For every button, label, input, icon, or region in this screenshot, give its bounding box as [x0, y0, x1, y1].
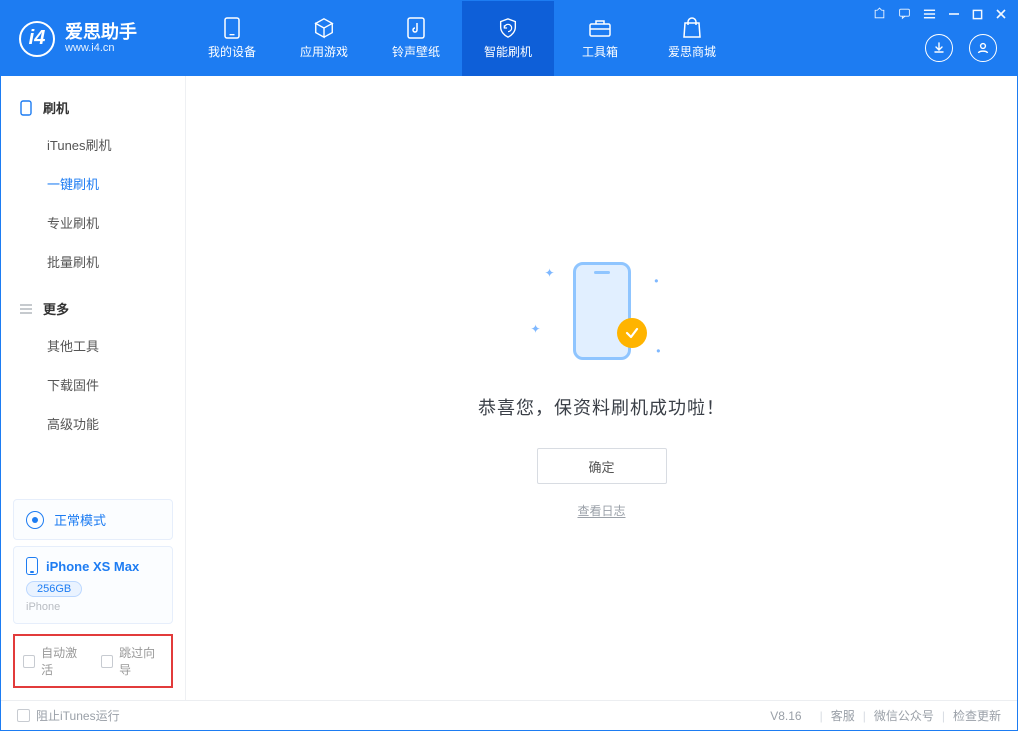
tab-toolbox[interactable]: 工具箱 [554, 1, 646, 76]
sidebar-bottom: 正常模式 iPhone XS Max 256GB iPhone 自动激活 [1, 493, 185, 700]
sidebar-item-advanced[interactable]: 高级功能 [1, 404, 185, 443]
device-head: iPhone XS Max [26, 557, 160, 575]
footer-left: 阻止iTunes运行 [17, 707, 120, 724]
footer: 阻止iTunes运行 V8.16 | 客服 | 微信公众号 | 检查更新 [1, 700, 1017, 730]
sidebar-group-flash[interactable]: 刷机 [1, 90, 185, 125]
user-icon[interactable] [969, 34, 997, 62]
device-icon [219, 17, 245, 39]
close-button[interactable] [995, 8, 1007, 23]
logo-text: 爱思助手 www.i4.cn [65, 23, 137, 55]
minimize-button[interactable] [948, 8, 960, 23]
app-window: i4 爱思助手 www.i4.cn 我的设备 应用游戏 [0, 0, 1018, 731]
sidebar-item-batch-flash[interactable]: 批量刷机 [1, 242, 185, 281]
divider: | [942, 709, 945, 723]
sidebar-item-pro-flash[interactable]: 专业刷机 [1, 203, 185, 242]
header: i4 爱思助手 www.i4.cn 我的设备 应用游戏 [1, 1, 1017, 76]
tab-label: 智能刷机 [484, 43, 532, 60]
shopping-bag-icon [679, 17, 705, 39]
toolbox-icon [587, 17, 613, 39]
success-illustration: ✦ • ✦ • [527, 256, 677, 366]
sparkle-icon: ✦ [531, 322, 541, 336]
theme-icon[interactable] [873, 7, 886, 23]
sparkle-icon: ✦ [545, 266, 555, 280]
list-icon [19, 303, 33, 315]
tab-label: 我的设备 [208, 43, 256, 60]
header-right-icons [925, 34, 997, 62]
music-file-icon [403, 17, 429, 39]
divider: | [863, 709, 866, 723]
device-type: iPhone [26, 601, 160, 613]
confirm-button[interactable]: 确定 [537, 448, 667, 484]
version-label: V8.16 [770, 709, 801, 723]
status-label: 正常模式 [54, 510, 106, 529]
tab-label: 工具箱 [582, 43, 618, 60]
divider: | [820, 709, 823, 723]
device-info-box[interactable]: iPhone XS Max 256GB iPhone [13, 546, 173, 624]
checkbox-icon [17, 709, 30, 722]
sidebar-scroll: 刷机 iTunes刷机 一键刷机 专业刷机 批量刷机 更多 其他工具 下载固件 … [1, 76, 185, 493]
device-capacity: 256GB [26, 581, 82, 597]
tab-smart-flash[interactable]: 智能刷机 [462, 1, 554, 76]
checkbox-label: 阻止iTunes运行 [36, 707, 120, 724]
footer-link-wechat[interactable]: 微信公众号 [874, 707, 934, 724]
window-controls [873, 7, 1007, 23]
app-title: 爱思助手 [65, 23, 137, 43]
tab-store[interactable]: 爱思商城 [646, 1, 738, 76]
footer-right: V8.16 | 客服 | 微信公众号 | 检查更新 [770, 707, 1001, 724]
feedback-icon[interactable] [898, 7, 911, 23]
checkbox-icon [101, 655, 113, 668]
checkbox-label: 自动激活 [41, 644, 85, 678]
sparkle-icon: • [654, 274, 658, 288]
footer-link-support[interactable]: 客服 [831, 707, 855, 724]
tab-apps-games[interactable]: 应用游戏 [278, 1, 370, 76]
checkbox-auto-activate[interactable]: 自动激活 [23, 644, 85, 678]
footer-link-update[interactable]: 检查更新 [953, 707, 1001, 724]
body: 刷机 iTunes刷机 一键刷机 专业刷机 批量刷机 更多 其他工具 下载固件 … [1, 76, 1017, 700]
tab-ringtone-wallpaper[interactable]: 铃声壁纸 [370, 1, 462, 76]
flash-options-row: 自动激活 跳过向导 [13, 634, 173, 688]
shield-refresh-icon [495, 17, 521, 39]
download-icon[interactable] [925, 34, 953, 62]
tab-my-device[interactable]: 我的设备 [186, 1, 278, 76]
menu-icon[interactable] [923, 8, 936, 23]
checkbox-skip-guide[interactable]: 跳过向导 [101, 644, 163, 678]
tab-label: 铃声壁纸 [392, 43, 440, 60]
sidebar-group-more[interactable]: 更多 [1, 291, 185, 326]
device-status-box[interactable]: 正常模式 [13, 499, 173, 540]
tab-label: 应用游戏 [300, 43, 348, 60]
maximize-button[interactable] [972, 8, 983, 23]
sparkle-icon: • [656, 344, 660, 358]
header-tabs: 我的设备 应用游戏 铃声壁纸 智能刷机 [186, 1, 738, 76]
logo-area: i4 爱思助手 www.i4.cn [1, 1, 186, 76]
sidebar-item-oneclick-flash[interactable]: 一键刷机 [1, 164, 185, 203]
checkbox-block-itunes[interactable]: 阻止iTunes运行 [17, 707, 120, 724]
sidebar-item-other-tools[interactable]: 其他工具 [1, 326, 185, 365]
check-badge-icon [617, 318, 647, 348]
device-phone-icon [26, 557, 38, 575]
sidebar-item-itunes-flash[interactable]: iTunes刷机 [1, 125, 185, 164]
app-logo-icon: i4 [19, 21, 55, 57]
phone-outline-icon [19, 100, 33, 116]
sidebar: 刷机 iTunes刷机 一键刷机 专业刷机 批量刷机 更多 其他工具 下载固件 … [1, 76, 186, 700]
status-dot-icon [26, 511, 44, 529]
checkbox-label: 跳过向导 [119, 644, 163, 678]
success-message: 恭喜您，保资料刷机成功啦！ [478, 394, 725, 420]
app-subtitle: www.i4.cn [65, 42, 137, 54]
cube-icon [311, 17, 337, 39]
view-log-link[interactable]: 查看日志 [577, 502, 625, 519]
sidebar-group-title: 刷机 [43, 98, 69, 117]
checkbox-icon [23, 655, 35, 668]
tab-label: 爱思商城 [668, 43, 716, 60]
sidebar-group-title: 更多 [43, 299, 69, 318]
main-content: ✦ • ✦ • 恭喜您，保资料刷机成功啦！ 确定 查看日志 [186, 76, 1017, 700]
phone-illus-icon [573, 262, 631, 360]
device-name: iPhone XS Max [46, 559, 139, 574]
sidebar-item-download-firmware[interactable]: 下载固件 [1, 365, 185, 404]
